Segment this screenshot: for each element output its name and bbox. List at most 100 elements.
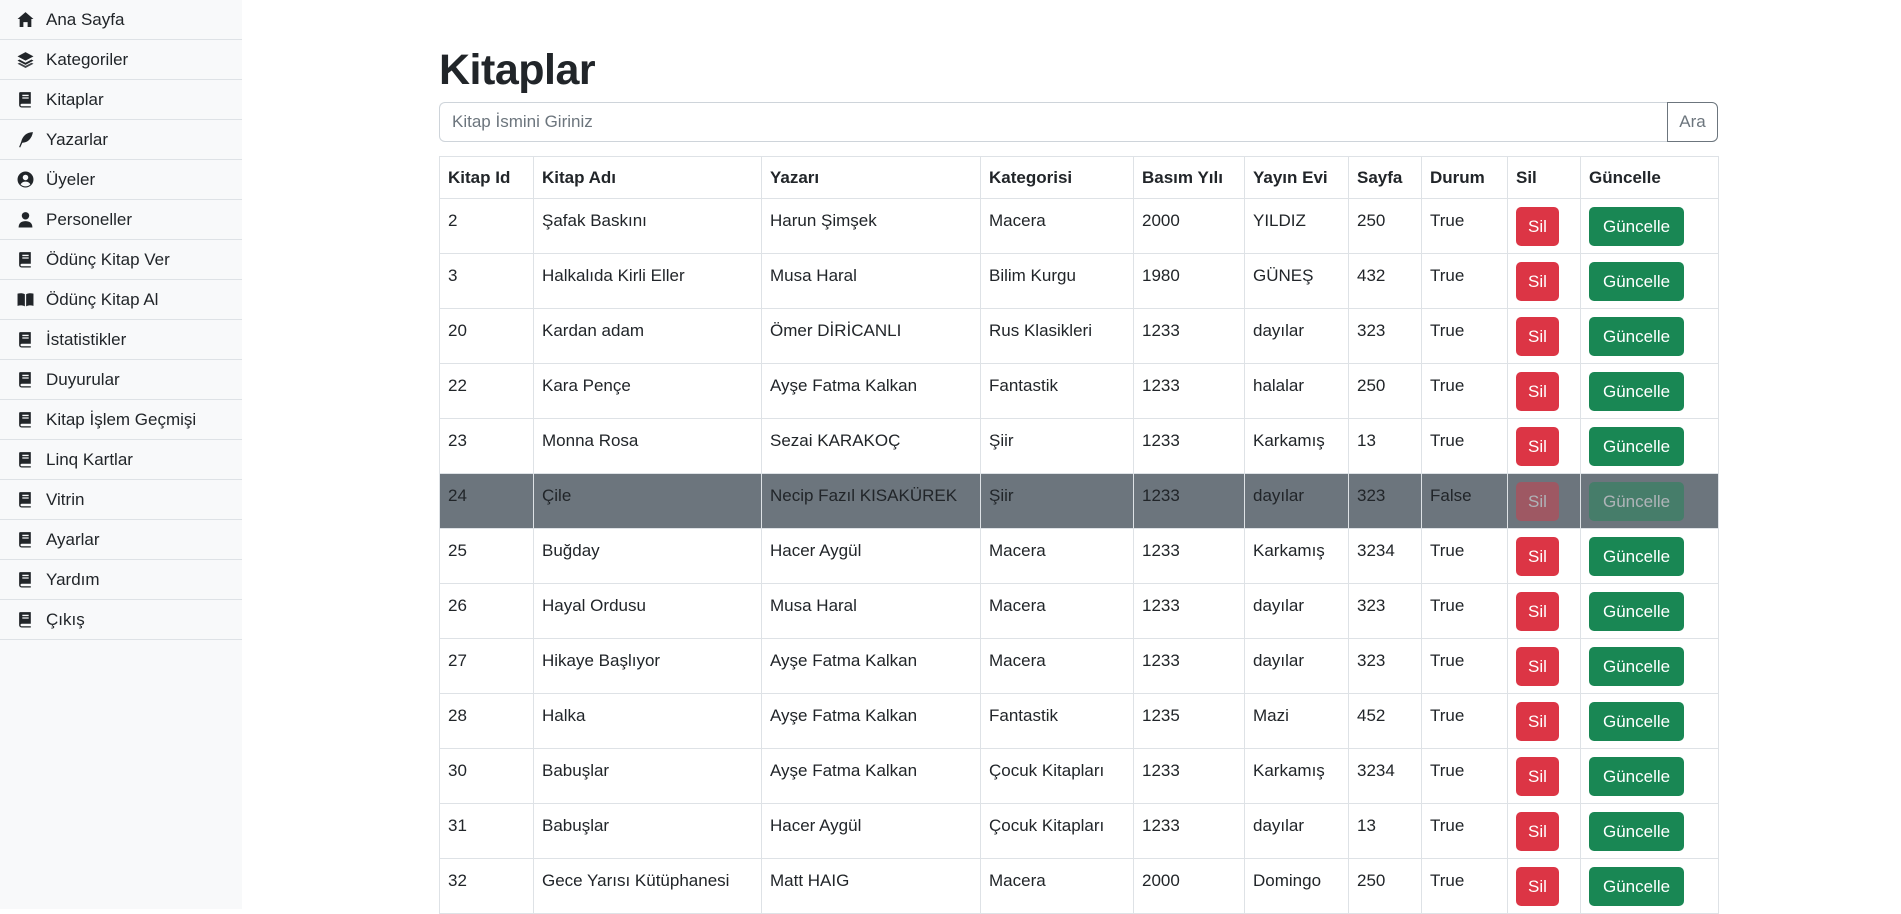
- cell-sil: Sil: [1507, 858, 1581, 914]
- cell-kitap-id: 30: [439, 748, 534, 804]
- table-row[interactable]: 26 Hayal Ordusu Musa Haral Macera 1233 dayıla…: [439, 583, 1719, 639]
- column-header-basim-yili: Basım Yılı: [1133, 156, 1245, 199]
- cell-durum: True: [1421, 583, 1508, 639]
- table-row[interactable]: 32 Gece Yarısı Kütüphanesi Matt HAIG Macera…: [439, 858, 1719, 914]
- sidebar-item-kitap-islem-gecmisi[interactable]: Kitap İşlem Geçmişi: [0, 400, 242, 440]
- sidebar-item-ana-sayfa[interactable]: Ana Sayfa: [0, 0, 242, 40]
- table-row[interactable]: 20 Kardan adam Ömer DİRİCANLI Rus Klasikler…: [439, 308, 1719, 364]
- cell-sil: Sil: [1507, 308, 1581, 364]
- table-row[interactable]: 22 Kara Pençe Ayşe Fatma Kalkan Fantastik 12…: [439, 363, 1719, 419]
- cell-guncelle: Güncelle: [1580, 528, 1719, 584]
- sidebar-item-label: Yardım: [46, 569, 100, 589]
- delete-button[interactable]: Sil: [1516, 207, 1559, 246]
- delete-button[interactable]: Sil: [1516, 482, 1559, 521]
- delete-button[interactable]: Sil: [1516, 317, 1559, 356]
- sidebar-item-kategoriler[interactable]: Kategoriler: [0, 40, 242, 80]
- cell-yayin-evi: Domingo: [1244, 858, 1349, 914]
- table-row[interactable]: 25 Buğday Hacer Aygül Macera 1233 Karkamış 323…: [439, 528, 1719, 584]
- sidebar-item-yazarlar[interactable]: Yazarlar: [0, 120, 242, 160]
- update-button[interactable]: Güncelle: [1589, 757, 1685, 796]
- sidebar-item-linq-kartlar[interactable]: Linq Kartlar: [0, 440, 242, 480]
- column-header-sayfa: Sayfa: [1348, 156, 1422, 199]
- cell-guncelle: Güncelle: [1580, 803, 1719, 859]
- sidebar-item-odunc-kitap-al[interactable]: Ödünç Kitap Al: [0, 280, 242, 320]
- cell-kitap-adi: Hayal Ordusu: [533, 583, 762, 639]
- sidebar-item-istatistikler[interactable]: İstatistikler: [0, 320, 242, 360]
- cell-yazari: Ayşe Fatma Kalkan: [761, 748, 981, 804]
- cell-yazari: Hacer Aygül: [761, 803, 981, 859]
- sidebar-item-kitaplar[interactable]: Kitaplar: [0, 80, 242, 120]
- cell-sayfa: 323: [1348, 638, 1422, 694]
- user-icon: [16, 211, 34, 229]
- update-button[interactable]: Güncelle: [1589, 537, 1685, 576]
- feather-icon: [16, 131, 34, 149]
- sidebar-item-ayarlar[interactable]: Ayarlar: [0, 520, 242, 560]
- cell-kitap-adi: Babuşlar: [533, 748, 762, 804]
- sidebar-item-personeller[interactable]: Personeller: [0, 200, 242, 240]
- cell-durum: True: [1421, 858, 1508, 914]
- sidebar-item-duyurular[interactable]: Duyurular: [0, 360, 242, 400]
- cell-yazari: Necip Fazıl KISAKÜREK: [761, 473, 981, 529]
- search-button[interactable]: Ara: [1667, 102, 1718, 142]
- delete-button[interactable]: Sil: [1516, 647, 1559, 686]
- cell-sayfa: 250: [1348, 198, 1422, 254]
- update-button[interactable]: Güncelle: [1589, 482, 1685, 521]
- column-header-kategorisi: Kategorisi: [980, 156, 1134, 199]
- cell-guncelle: Güncelle: [1580, 308, 1719, 364]
- table-row[interactable]: 30 Babuşlar Ayşe Fatma Kalkan Çocuk Kitapla…: [439, 748, 1719, 804]
- cell-basim-yili: 1233: [1133, 583, 1245, 639]
- delete-button[interactable]: Sil: [1516, 262, 1559, 301]
- delete-button[interactable]: Sil: [1516, 592, 1559, 631]
- cell-kategorisi: Macera: [980, 638, 1134, 694]
- update-button[interactable]: Güncelle: [1589, 317, 1685, 356]
- sidebar-item-odunc-kitap-ver[interactable]: Ödünç Kitap Ver: [0, 240, 242, 280]
- table-row[interactable]: 2 Şafak Baskını Harun Şimşek Macera 2000 YILD…: [439, 198, 1719, 254]
- table-row[interactable]: 23 Monna Rosa Sezai KARAKOÇ Şiir 1233 Karkamı…: [439, 418, 1719, 474]
- cell-basim-yili: 1233: [1133, 748, 1245, 804]
- table-row[interactable]: 31 Babuşlar Hacer Aygül Çocuk Kitapları 1233…: [439, 803, 1719, 859]
- sidebar-item-uyeler[interactable]: Üyeler: [0, 160, 242, 200]
- update-button[interactable]: Güncelle: [1589, 812, 1685, 851]
- cell-sil: Sil: [1507, 748, 1581, 804]
- table-row[interactable]: 24 Çile Necip Fazıl KISAKÜREK Şiir 1233 dayıl…: [439, 473, 1719, 529]
- delete-button[interactable]: Sil: [1516, 702, 1559, 741]
- update-button[interactable]: Güncelle: [1589, 867, 1685, 906]
- cell-kitap-id: 22: [439, 363, 534, 419]
- book-icon: [16, 451, 34, 469]
- delete-button[interactable]: Sil: [1516, 427, 1559, 466]
- search-input[interactable]: [439, 102, 1667, 142]
- table-row[interactable]: 3 Halkalıda Kirli Eller Musa Haral Bilim Ku…: [439, 253, 1719, 309]
- delete-button[interactable]: Sil: [1516, 372, 1559, 411]
- cell-basim-yili: 1233: [1133, 803, 1245, 859]
- cell-kitap-id: 25: [439, 528, 534, 584]
- delete-button[interactable]: Sil: [1516, 812, 1559, 851]
- table-row[interactable]: 27 Hikaye Başlıyor Ayşe Fatma Kalkan Macera…: [439, 638, 1719, 694]
- sidebar-item-yardim[interactable]: Yardım: [0, 560, 242, 600]
- cell-guncelle: Güncelle: [1580, 473, 1719, 529]
- delete-button[interactable]: Sil: [1516, 757, 1559, 796]
- sidebar-item-cikis[interactable]: Çıkış: [0, 600, 242, 640]
- sidebar-item-label: Ödünç Kitap Ver: [46, 249, 170, 269]
- delete-button[interactable]: Sil: [1516, 537, 1559, 576]
- cell-sayfa: 13: [1348, 418, 1422, 474]
- cell-durum: True: [1421, 748, 1508, 804]
- book-icon: [16, 331, 34, 349]
- update-button[interactable]: Güncelle: [1589, 592, 1685, 631]
- cell-kitap-id: 3: [439, 253, 534, 309]
- delete-button[interactable]: Sil: [1516, 867, 1559, 906]
- book-icon: [16, 531, 34, 549]
- cell-kitap-id: 23: [439, 418, 534, 474]
- cell-yayin-evi: GÜNEŞ: [1244, 253, 1349, 309]
- update-button[interactable]: Güncelle: [1589, 262, 1685, 301]
- update-button[interactable]: Güncelle: [1589, 702, 1685, 741]
- cell-kitap-id: 32: [439, 858, 534, 914]
- update-button[interactable]: Güncelle: [1589, 372, 1685, 411]
- sidebar-item-label: Kitaplar: [46, 89, 104, 109]
- update-button[interactable]: Güncelle: [1589, 647, 1685, 686]
- update-button[interactable]: Güncelle: [1589, 207, 1685, 246]
- cell-kitap-id: 2: [439, 198, 534, 254]
- update-button[interactable]: Güncelle: [1589, 427, 1685, 466]
- table-row[interactable]: 28 Halka Ayşe Fatma Kalkan Fantastik 1235 Maz…: [439, 693, 1719, 749]
- sidebar-item-label: Personeller: [46, 209, 132, 229]
- sidebar-item-vitrin[interactable]: Vitrin: [0, 480, 242, 520]
